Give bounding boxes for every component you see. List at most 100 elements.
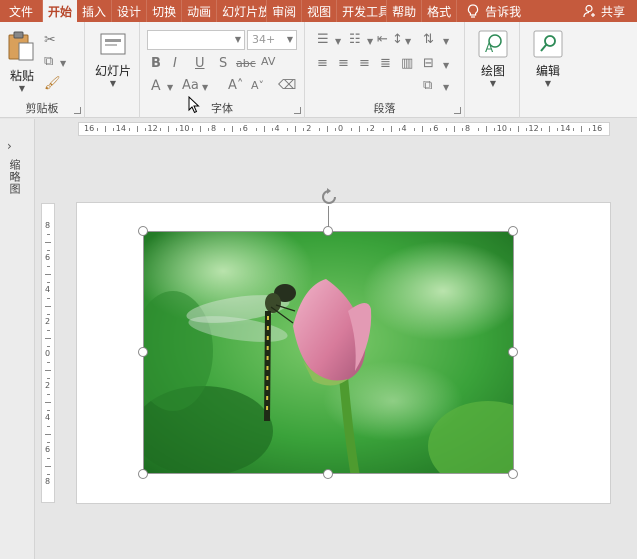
ruler-label: 4 bbox=[45, 413, 51, 422]
tab-slideshow[interactable]: 幻灯片放映 bbox=[217, 0, 268, 22]
resize-handle-bottom-left[interactable] bbox=[138, 469, 148, 479]
paragraph-launcher-icon[interactable] bbox=[454, 107, 461, 114]
tell-me-search[interactable]: 告诉我 bbox=[467, 0, 521, 22]
cut-icon[interactable]: ✂ bbox=[44, 32, 56, 48]
font-size-combobox[interactable]: 34+ ▼ bbox=[247, 30, 297, 50]
line-spacing-icon[interactable]: ↕ bbox=[392, 32, 403, 48]
numbering-dropdown-icon[interactable]: ▼ bbox=[367, 34, 373, 50]
italic-icon[interactable]: I bbox=[173, 56, 177, 72]
decrease-font-size-icon[interactable]: A˅ bbox=[251, 78, 264, 94]
tab-transitions[interactable]: 切换 bbox=[147, 0, 183, 22]
smartart-icon[interactable]: ⧉ bbox=[423, 78, 432, 94]
font-name-combobox[interactable]: ▼ bbox=[147, 30, 245, 50]
share-label: 共享 bbox=[600, 4, 625, 19]
dragonfly-lotus-picture[interactable] bbox=[143, 231, 514, 474]
copy-dropdown-icon[interactable]: ▼ bbox=[60, 56, 66, 72]
ruler-label: 12 bbox=[147, 124, 158, 133]
tab-animations[interactable]: 动画 bbox=[182, 0, 218, 22]
resize-handle-top-right[interactable] bbox=[508, 226, 518, 236]
ruler-label: 12 bbox=[528, 124, 539, 133]
decrease-indent-icon[interactable]: ⇤ bbox=[377, 32, 388, 48]
resize-handle-bottom[interactable] bbox=[323, 469, 333, 479]
tab-home[interactable]: 开始 bbox=[43, 0, 78, 22]
align-left-icon[interactable]: ≡ bbox=[317, 56, 328, 72]
change-case-dropdown-icon[interactable]: ▼ bbox=[202, 80, 208, 96]
resize-handle-left[interactable] bbox=[138, 347, 148, 357]
smartart-dropdown-icon[interactable]: ▼ bbox=[443, 80, 449, 96]
expand-thumbnails-icon[interactable]: › bbox=[7, 139, 12, 153]
ruler-tick bbox=[208, 128, 210, 131]
columns-icon[interactable]: ▥ bbox=[401, 56, 413, 72]
ruler-tick bbox=[104, 126, 106, 132]
ruler-label: 8 bbox=[45, 221, 51, 230]
bold-icon[interactable]: B bbox=[151, 56, 161, 72]
ruler-tick bbox=[462, 128, 464, 131]
new-slide-label: 幻灯片 bbox=[94, 64, 131, 78]
ruler-tick bbox=[45, 338, 51, 339]
underline-icon[interactable]: U bbox=[195, 56, 205, 72]
ribbon: 粘贴 ▼ ✂ ⧉ ▼ 🖌 剪贴板 幻灯片 ▼ ▼ 34+ ▼ B I U S a… bbox=[0, 22, 637, 118]
vertical-ruler[interactable]: 8 6 4 2 0 2 4 6 8 bbox=[41, 203, 55, 503]
ruler-label: 14 bbox=[560, 124, 571, 133]
ruler-label: 6 bbox=[433, 124, 439, 133]
ruler-tick bbox=[192, 128, 194, 131]
ruler-tick bbox=[47, 410, 50, 411]
paste-button[interactable]: 粘贴 ▼ bbox=[6, 30, 38, 93]
char-spacing-icon[interactable]: AV bbox=[261, 54, 275, 70]
strikethrough-icon[interactable]: abc bbox=[236, 56, 256, 72]
ruler-tick bbox=[358, 126, 360, 132]
resize-handle-right[interactable] bbox=[508, 347, 518, 357]
resize-handle-bottom-right[interactable] bbox=[508, 469, 518, 479]
copy-icon[interactable]: ⧉ bbox=[44, 54, 53, 70]
resize-handle-top-left[interactable] bbox=[138, 226, 148, 236]
tab-file[interactable]: 文件 bbox=[0, 0, 44, 22]
ruler-label: 2 bbox=[369, 124, 375, 133]
text-direction-dropdown-icon[interactable]: ▼ bbox=[443, 34, 449, 50]
new-slide-dropdown-icon: ▼ bbox=[109, 79, 117, 88]
tab-review[interactable]: 审阅 bbox=[267, 0, 303, 22]
clear-formatting-icon[interactable]: ⌫ bbox=[278, 78, 296, 94]
ruler-tick bbox=[382, 128, 384, 131]
ruler-tick bbox=[45, 466, 51, 467]
ruler-tick bbox=[493, 128, 495, 131]
new-slide-button[interactable]: 幻灯片 ▼ bbox=[93, 32, 133, 88]
line-spacing-dropdown-icon[interactable]: ▼ bbox=[405, 34, 411, 50]
horizontal-ruler[interactable]: 16 14 12 10 8 6 4 2 0 2 4 6 8 10 12 14 16 bbox=[78, 122, 610, 136]
increase-font-size-icon[interactable]: A˄ bbox=[228, 78, 243, 94]
ruler-tick bbox=[47, 362, 50, 363]
justify-icon[interactable]: ≣ bbox=[380, 56, 391, 72]
editing-button[interactable]: 编辑 ▼ bbox=[528, 30, 568, 88]
font-color-icon[interactable]: A bbox=[151, 78, 161, 94]
tab-format[interactable]: 格式 bbox=[422, 0, 458, 22]
align-text-icon[interactable]: ⊟ bbox=[423, 56, 434, 72]
share-button[interactable]: 共享 bbox=[583, 0, 625, 22]
ruler-label: 6 bbox=[242, 124, 248, 133]
rotate-handle-icon[interactable] bbox=[318, 186, 340, 208]
resize-handle-top[interactable] bbox=[323, 226, 333, 236]
tab-help[interactable]: 帮助 bbox=[387, 0, 423, 22]
tab-design[interactable]: 设计 bbox=[112, 0, 148, 22]
font-color-dropdown-icon[interactable]: ▼ bbox=[167, 80, 173, 96]
ruler-tick bbox=[573, 128, 575, 131]
bullets-icon[interactable]: ☰ bbox=[317, 32, 329, 48]
numbering-icon[interactable]: ☷ bbox=[349, 32, 361, 48]
bullets-dropdown-icon[interactable]: ▼ bbox=[335, 34, 341, 50]
find-icon bbox=[533, 30, 563, 58]
tab-insert[interactable]: 插入 bbox=[77, 0, 113, 22]
align-text-dropdown-icon[interactable]: ▼ bbox=[443, 58, 449, 74]
format-painter-icon[interactable]: 🖌 bbox=[44, 76, 61, 92]
tab-developer[interactable]: 开发工具 bbox=[337, 0, 388, 22]
tab-view[interactable]: 视图 bbox=[302, 0, 338, 22]
clipboard-launcher-icon[interactable] bbox=[74, 107, 81, 114]
change-case-icon[interactable]: Aa bbox=[182, 78, 199, 94]
editing-label: 编辑 bbox=[535, 64, 560, 78]
shapes-icon: A bbox=[478, 30, 508, 58]
drawing-button[interactable]: A 绘图 ▼ bbox=[473, 30, 513, 88]
shadow-text-icon[interactable]: S bbox=[219, 56, 227, 72]
ruler-tick bbox=[47, 394, 50, 395]
font-launcher-icon[interactable] bbox=[294, 107, 301, 114]
align-right-icon[interactable]: ≡ bbox=[359, 56, 370, 72]
text-direction-icon[interactable]: ⇅ bbox=[423, 32, 434, 48]
editing-group: 编辑 ▼ bbox=[520, 22, 578, 118]
align-center-icon[interactable]: ≡ bbox=[338, 56, 349, 72]
